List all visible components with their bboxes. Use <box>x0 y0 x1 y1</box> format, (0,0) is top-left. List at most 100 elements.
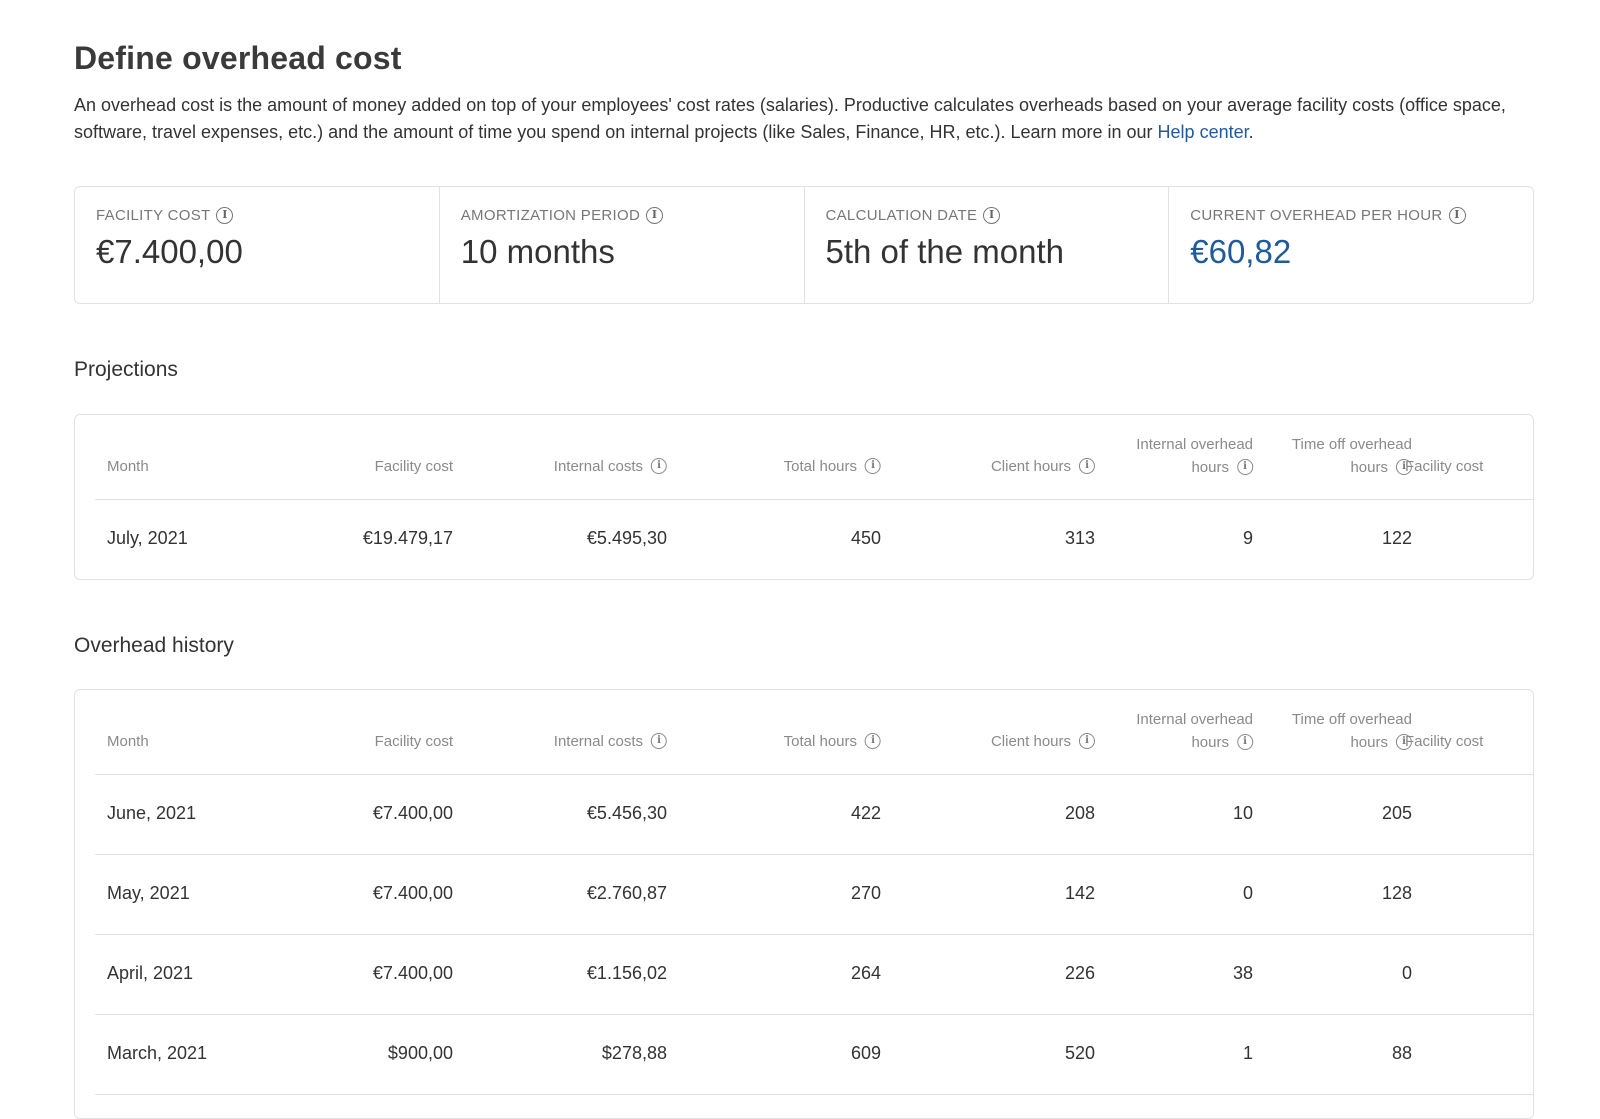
column-facility-cost: Facility cost <box>375 455 453 478</box>
info-icon[interactable]: i <box>651 458 667 475</box>
column-label: Internal costs <box>553 733 643 750</box>
column-label: Internal overhead <box>1136 436 1253 453</box>
column-label: Facility cost <box>1405 733 1484 750</box>
column-total-hours: Total hours i <box>784 730 881 753</box>
table-row[interactable]: July, 2021 €19.479,17 €5.495,30 450 313 9 122 <box>95 500 1533 579</box>
cell-month: March, 2021 <box>107 1043 208 1063</box>
history-title: Overhead history <box>74 634 234 657</box>
cell-time-off-overhead-hours: 88 <box>1391 1043 1412 1063</box>
info-icon[interactable]: i <box>1237 734 1253 751</box>
calculation-date-card: Calculation date i 5th of the month <box>805 187 1170 303</box>
info-icon[interactable]: i <box>1237 459 1253 476</box>
column-label: Facility cost <box>374 733 453 750</box>
column-label: Internal costs <box>553 458 643 475</box>
cell-client-hours: 313 <box>1064 528 1095 548</box>
column-label: Month <box>107 458 149 475</box>
table-row[interactable]: March, 2021 $900,00 $278,88 609 520 1 88 <box>95 1015 1533 1095</box>
column-label: Facility cost <box>374 458 453 475</box>
column-client-hours: Client hours i <box>991 455 1095 478</box>
table-header-row: Month Facility cost Internal costs i Total h… <box>95 690 1533 775</box>
column-label: Internal overhead <box>1136 711 1253 728</box>
amortization-period-card: Amortization period i 10 months <box>440 187 805 303</box>
projections-table: Month Facility cost Internal costs i Total h… <box>74 414 1534 580</box>
cell-time-off-overhead-hours: 205 <box>1381 803 1412 823</box>
facility-cost-card: Facility cost i €7.400,00 <box>75 187 440 303</box>
info-icon[interactable]: i <box>983 206 1001 224</box>
card-label-text: Current overhead per hour <box>1190 207 1443 224</box>
current-overhead-value: €60,82 <box>1190 232 1292 270</box>
cell-client-hours: 520 <box>1064 1043 1095 1063</box>
description-end: . <box>1248 122 1254 142</box>
info-icon[interactable]: i <box>216 206 234 224</box>
projections-table-body: Month Facility cost Internal costs i Total h… <box>95 415 1533 579</box>
column-time-off-overhead-hours: Time off overhead hours i <box>1292 433 1412 479</box>
column-month: Month <box>107 730 149 753</box>
cell-internal-overhead-hours: 0 <box>1242 883 1253 903</box>
cell-month: July, 2021 <box>107 528 188 548</box>
cell-month: April, 2021 <box>107 963 194 983</box>
page-description: An overhead cost is the amount of money … <box>74 92 1534 146</box>
column-internal-costs: Internal costs i <box>554 730 667 753</box>
info-icon[interactable]: i <box>865 733 881 750</box>
info-icon[interactable]: i <box>1448 206 1466 224</box>
cell-total-hours: 264 <box>850 963 881 983</box>
cell-internal-costs: €5.456,30 <box>586 803 667 823</box>
column-label: Total hours <box>783 733 857 750</box>
cell-facility-cost: $900,00 <box>387 1043 453 1063</box>
help-center-link[interactable]: Help center <box>1158 122 1249 142</box>
column-label: Client hours <box>990 458 1071 475</box>
calculation-date-label: Calculation date i <box>825 206 1149 225</box>
cell-month: June, 2021 <box>107 803 197 823</box>
cell-total-hours: 450 <box>850 528 881 548</box>
column-label: hours <box>1191 459 1229 476</box>
column-internal-overhead-hours: Internal overhead hours i <box>1136 433 1253 479</box>
column-label: hours <box>1350 734 1388 751</box>
column-label: Time off overhead <box>1291 711 1412 728</box>
cell-internal-costs: €2.760,87 <box>586 883 667 903</box>
cell-client-hours: 142 <box>1064 883 1095 903</box>
summary-cards: Facility cost i €7.400,00 Amortization pe… <box>74 186 1534 304</box>
cell-time-off-overhead-hours: 128 <box>1381 883 1412 903</box>
column-time-off-overhead-hours: Time off overhead hours i <box>1292 708 1412 754</box>
cell-facility-cost: €7.400,00 <box>372 883 453 903</box>
table-row[interactable]: April, 2021 €7.400,00 €1.156,02 264 226 38 0 <box>95 935 1533 1015</box>
cell-internal-overhead-hours: 9 <box>1242 528 1253 548</box>
cell-internal-costs: $278,88 <box>601 1043 667 1063</box>
cell-internal-costs: €1.156,02 <box>586 963 667 983</box>
cell-time-off-overhead-hours: 0 <box>1401 963 1412 983</box>
history-table: Month Facility cost Internal costs i Total h… <box>74 689 1534 1119</box>
info-icon[interactable]: i <box>865 458 881 475</box>
card-label-text: Amortization period <box>460 207 641 224</box>
info-icon[interactable]: i <box>1079 733 1095 750</box>
column-month: Month <box>107 455 149 478</box>
column-facility-cost-2: Facility cost <box>1405 455 1483 478</box>
info-icon[interactable]: i <box>651 733 667 750</box>
amortization-period-label: Amortization period i <box>460 206 784 225</box>
cell-facility-cost: €7.400,00 <box>372 963 453 983</box>
cell-total-hours: 422 <box>850 803 881 823</box>
cell-internal-overhead-hours: 38 <box>1232 963 1253 983</box>
cell-total-hours: 270 <box>850 883 881 903</box>
amortization-period-value: 10 months <box>460 232 615 270</box>
table-row[interactable]: May, 2021 €7.400,00 €2.760,87 270 142 0 128 <box>95 855 1533 935</box>
table-row[interactable]: June, 2021 €7.400,00 €5.456,30 422 208 10 205 <box>95 775 1533 855</box>
page-title: Define overhead cost <box>74 40 402 76</box>
card-label-text: Calculation date <box>825 207 978 224</box>
column-label: hours <box>1350 459 1388 476</box>
info-icon[interactable]: i <box>646 206 664 224</box>
column-label: Facility cost <box>1405 458 1484 475</box>
cell-total-hours: 609 <box>850 1043 881 1063</box>
column-label: Time off overhead <box>1291 436 1412 453</box>
column-client-hours: Client hours i <box>991 730 1095 753</box>
column-internal-overhead-hours: Internal overhead hours i <box>1136 708 1253 754</box>
column-label: hours <box>1191 734 1229 751</box>
cell-client-hours: 226 <box>1064 963 1095 983</box>
column-label: Total hours <box>783 458 857 475</box>
cell-internal-costs: €5.495,30 <box>586 528 667 548</box>
projections-title: Projections <box>74 358 178 381</box>
cell-facility-cost: €19.479,17 <box>362 528 453 548</box>
description-text: An overhead cost is the amount of money … <box>74 95 1506 142</box>
column-internal-costs: Internal costs i <box>554 455 667 478</box>
info-icon[interactable]: i <box>1079 458 1095 475</box>
cell-facility-cost: €7.400,00 <box>372 803 453 823</box>
